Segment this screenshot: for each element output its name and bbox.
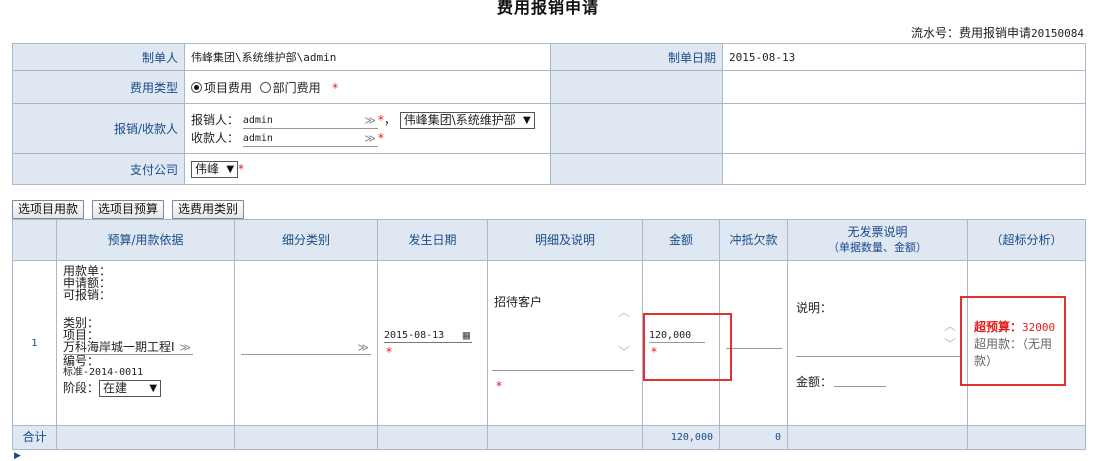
maker-label: 制单人 <box>12 43 185 71</box>
header-no-invoice: 无发票说明 （单据数量、金额） <box>787 219 968 261</box>
pay-company-select[interactable]: 伟峰 ▼ <box>191 160 239 178</box>
empty-label-3 <box>550 153 723 185</box>
expand-arrow-icon[interactable]: ▶ <box>14 451 21 461</box>
date-value: 2015-08-13 <box>722 43 1086 71</box>
maker-value: 伟峰集团\系统维护部\admin <box>184 43 551 71</box>
detail-textarea[interactable]: 招待客户 ︿ ﹀ <box>492 291 634 371</box>
over-analysis-highlight-box <box>960 296 1066 386</box>
empty-label-2 <box>550 103 723 154</box>
select-expense-type-button[interactable]: 选费用类别 <box>172 200 245 219</box>
empty-value-3 <box>722 153 1086 185</box>
calendar-icon[interactable]: ▦ <box>463 329 470 342</box>
total-empty-6 <box>967 425 1086 450</box>
scroll-down-icon[interactable]: ﹀ <box>944 335 956 352</box>
subcategory-input[interactable]: ≫ <box>241 341 371 355</box>
chevron-down-icon: ▼ <box>149 383 158 394</box>
serial-value: 20150084 <box>1031 27 1084 40</box>
header-offset: 冲抵欠款 <box>719 219 788 261</box>
total-label: 合计 <box>12 425 57 450</box>
header-subcategory: 细分类别 <box>234 219 378 261</box>
select-item-budget-button[interactable]: 选项目预算 <box>92 200 165 219</box>
total-empty-5 <box>787 425 968 450</box>
total-empty-1 <box>56 425 235 450</box>
total-empty-2 <box>234 425 378 450</box>
no-invoice-cell: 说明： ︿ ﹀ 金额： <box>787 260 968 426</box>
subcategory-cell: ≫ <box>234 260 378 426</box>
empty-value-2 <box>722 103 1086 154</box>
header-detail: 明细及说明 <box>487 219 643 261</box>
chevron-down-icon: ▼ <box>226 163 235 175</box>
stage-label: 阶段： <box>63 381 100 395</box>
header-over-analysis: （超标分析） <box>967 219 1086 261</box>
empty-value-1 <box>722 70 1086 104</box>
date-label: 制单日期 <box>550 43 723 71</box>
select-item-loan-button[interactable]: 选项目用款 <box>12 200 85 219</box>
serial-label: 流水号：费用报销申请 <box>911 26 1032 40</box>
table-row: 1 用款单： 申请额： 可报销： 类别： 项目： 万科海岸城一期工程I ≫ 编号：… <box>12 260 1086 426</box>
reimburser-dept-select[interactable]: 伟峰集团\系统维护部 ▼ <box>399 111 535 129</box>
code-value: 标准-2014-0011 <box>63 367 144 378</box>
scroll-down-icon[interactable]: ﹀ <box>618 343 630 360</box>
detail-table: 预算/用款依据 细分类别 发生日期 明细及说明 金额 冲抵欠款 无发票说明 （单… <box>12 219 1086 450</box>
reimbursable-label: 可报销： <box>63 288 112 302</box>
radio-dept-expense[interactable] <box>259 81 271 93</box>
basis-cell: 用款单： 申请额： 可报销： 类别： 项目： 万科海岸城一期工程I ≫ 编号： 标… <box>56 260 235 426</box>
header-form: 制单人 伟峰集团\系统维护部\admin 制单日期 2015-08-13 费用类… <box>12 43 1086 185</box>
date-cell: 2015-08-13 ▦ * <box>377 260 488 426</box>
total-empty-4 <box>487 425 643 450</box>
reimburser-label: 报销/收款人 <box>12 103 185 154</box>
header-date: 发生日期 <box>377 219 488 261</box>
scroll-up-icon[interactable]: ︿ <box>944 317 956 334</box>
page-title: 费用报销申请 <box>496 0 599 17</box>
pay-company-label: 支付公司 <box>12 153 185 185</box>
radio-project-expense[interactable] <box>191 81 202 93</box>
payee-input[interactable]: admin ≫ <box>242 132 378 147</box>
amount-highlight-box <box>643 313 732 381</box>
chevron-down-icon: ▼ <box>523 114 531 126</box>
chevron-right-icon[interactable]: ≫ <box>364 114 376 128</box>
row-index: 1 <box>12 260 57 426</box>
chevron-right-icon[interactable]: ≫ <box>364 132 376 146</box>
offset-input[interactable] <box>726 335 782 349</box>
stage-select[interactable]: 在建 ▼ <box>99 380 162 397</box>
total-amount: 120,000 <box>642 425 720 450</box>
no-invoice-amount-input[interactable] <box>834 373 886 387</box>
chevron-right-icon[interactable]: ≫ <box>357 341 369 354</box>
project-label: 项目： <box>63 328 100 342</box>
code-label: 编号： <box>63 354 100 368</box>
scroll-up-icon[interactable]: ︿ <box>618 303 630 320</box>
header-index <box>12 219 57 261</box>
pay-company-field: 伟峰 ▼ * <box>184 153 551 185</box>
note-textarea[interactable]: ︿ ﹀ <box>796 315 960 357</box>
header-basis: 预算/用款依据 <box>56 219 235 261</box>
reimburser-field: 报销人： admin ≫ *， 伟峰集团\系统维护部 ▼ 收款人： admin ≫ * <box>184 103 551 154</box>
note-label: 说明： <box>796 301 833 315</box>
detail-cell: 招待客户 ︿ ﹀ * <box>487 260 643 426</box>
chevron-right-icon[interactable]: ≫ <box>179 341 191 354</box>
total-offset: 0 <box>719 425 788 450</box>
expense-type-label: 费用类型 <box>12 70 185 104</box>
date-input[interactable]: 2015-08-13 ▦ <box>384 329 472 343</box>
amount-label: 金额： <box>796 375 833 389</box>
serial-number: 流水号：费用报销申请20150084 <box>911 24 1084 41</box>
expense-type-field: 项目费用 部门费用 * <box>184 70 551 104</box>
project-input[interactable]: 万科海岸城一期工程I ≫ <box>63 341 193 355</box>
reimburser-input[interactable]: admin ≫ <box>242 114 378 129</box>
empty-label-1 <box>550 70 723 104</box>
header-amount: 金额 <box>642 219 720 261</box>
total-empty-3 <box>377 425 488 450</box>
